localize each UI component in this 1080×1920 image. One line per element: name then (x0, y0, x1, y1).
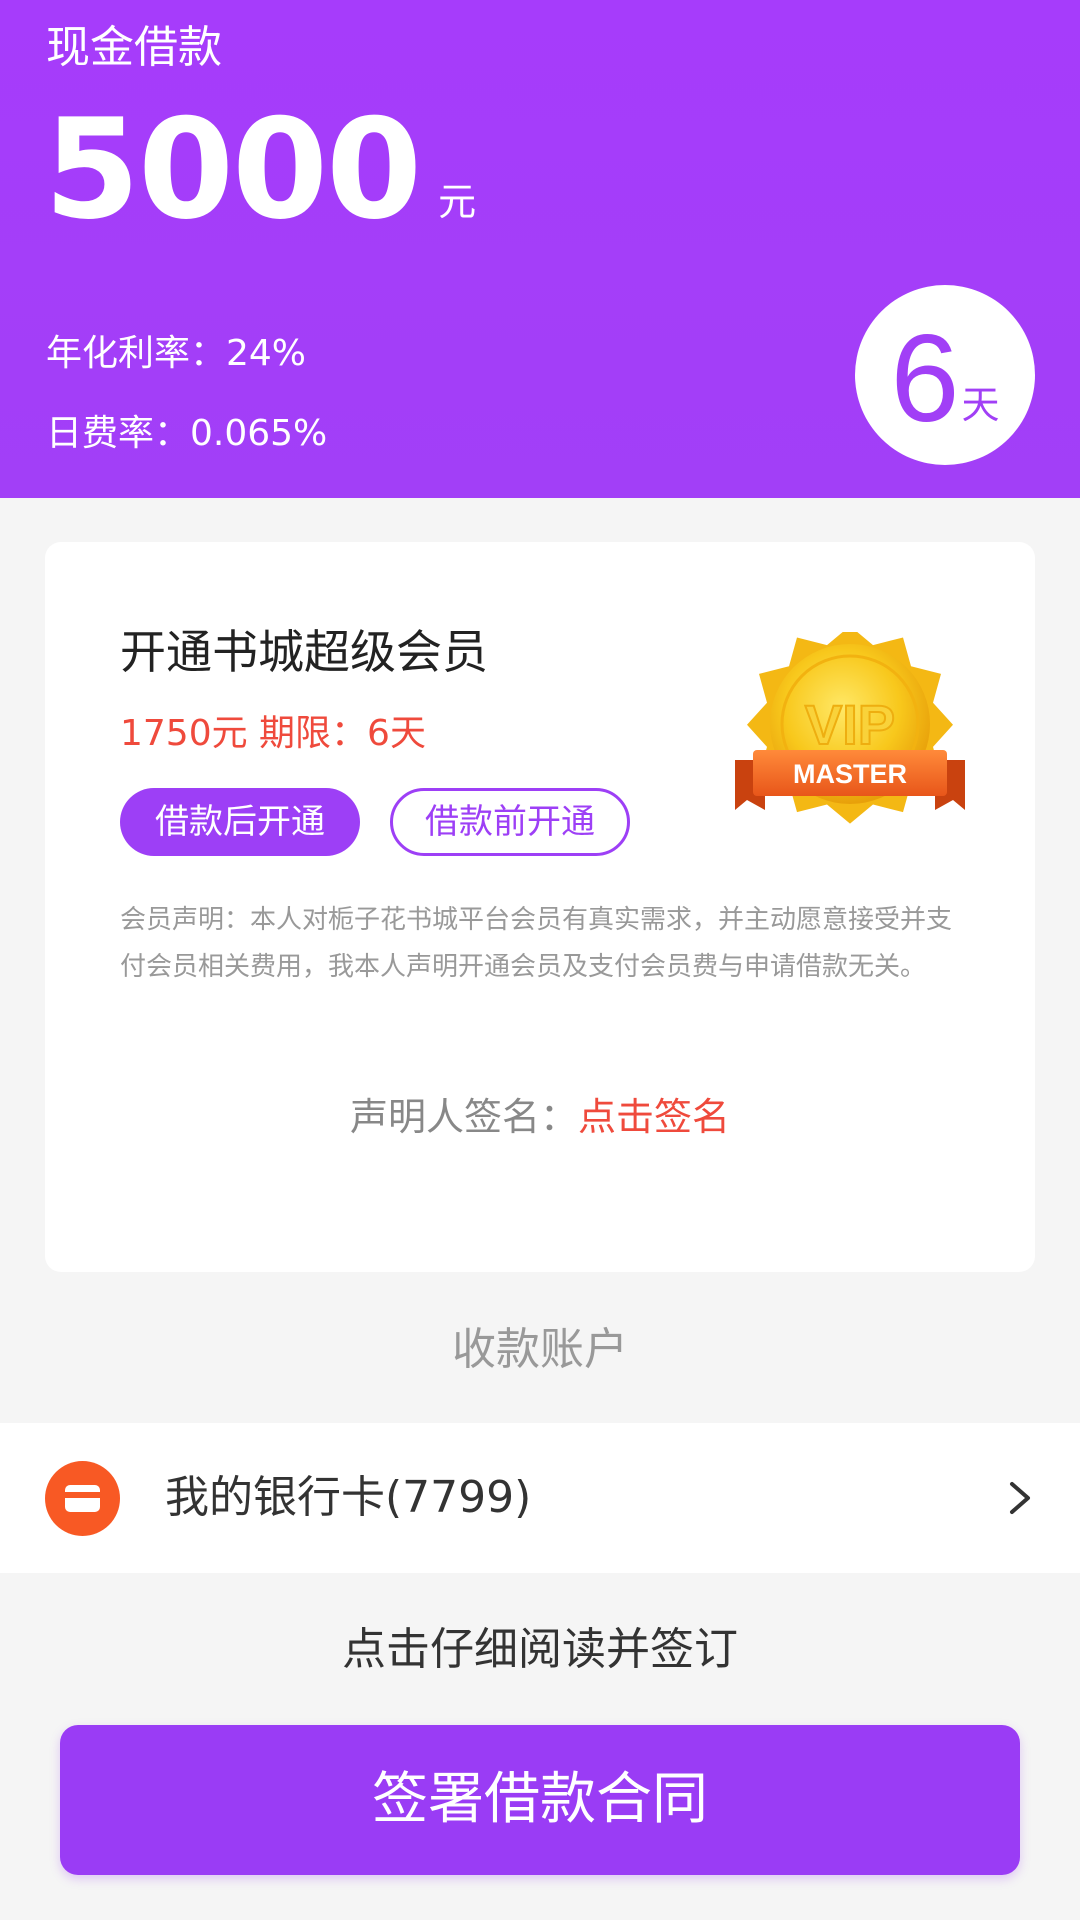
open-before-loan-button[interactable]: 借款前开通 (390, 788, 630, 856)
chevron-right-icon (1010, 1482, 1030, 1514)
membership-card: 开通书城超级会员 1750元 期限：6天 借款后开通 借款前开通 VIP MAS… (45, 542, 1035, 1272)
bank-card-label: 我的银行卡(7799) (165, 1472, 532, 1523)
loan-summary-header: 现金借款 5000 元 年化利率：24% 日费率：0.065% 6 天 (0, 0, 1080, 498)
loan-amount-row: 5000 元 (44, 100, 476, 240)
signature-row: 声明人签名：点击签名 (45, 1092, 1035, 1142)
loan-term-unit: 天 (961, 383, 1000, 427)
sign-loan-contract-button[interactable]: 签署借款合同 (60, 1725, 1020, 1875)
click-to-sign-link[interactable]: 点击签名 (578, 1095, 730, 1139)
bank-card-icon (45, 1461, 120, 1536)
receiving-account-label: 收款账户 (452, 1324, 628, 1375)
loan-contract-page: 现金借款 5000 元 年化利率：24% 日费率：0.065% 6 天 开通书城… (0, 0, 1080, 1920)
membership-title: 开通书城超级会员 (120, 625, 488, 679)
loan-amount-unit: 元 (438, 180, 477, 224)
badge-master-text: MASTER (793, 759, 907, 789)
vip-master-badge-icon: VIP MASTER (735, 632, 965, 824)
loan-amount: 5000 (44, 89, 422, 250)
loan-term-circle: 6 天 (855, 285, 1035, 465)
annual-rate: 年化利率：24% (46, 333, 307, 374)
daily-rate: 日费率：0.065% (46, 413, 328, 454)
membership-declaration: 会员声明：本人对栀子花书城平台会员有真实需求，并主动愿意接受并支付会员相关费用，… (120, 905, 953, 982)
signature-label: 声明人签名： (349, 1095, 578, 1139)
page-title: 现金借款 (46, 22, 222, 73)
loan-term-days: 6 (890, 310, 960, 448)
bank-card-row[interactable]: 我的银行卡(7799) (0, 1423, 1080, 1573)
badge-vip-text: VIP (805, 693, 895, 756)
membership-price-term: 1750元 期限：6天 (120, 713, 426, 754)
read-and-sign-hint: 点击仔细阅读并签订 (342, 1624, 738, 1675)
open-after-loan-button[interactable]: 借款后开通 (120, 788, 360, 856)
